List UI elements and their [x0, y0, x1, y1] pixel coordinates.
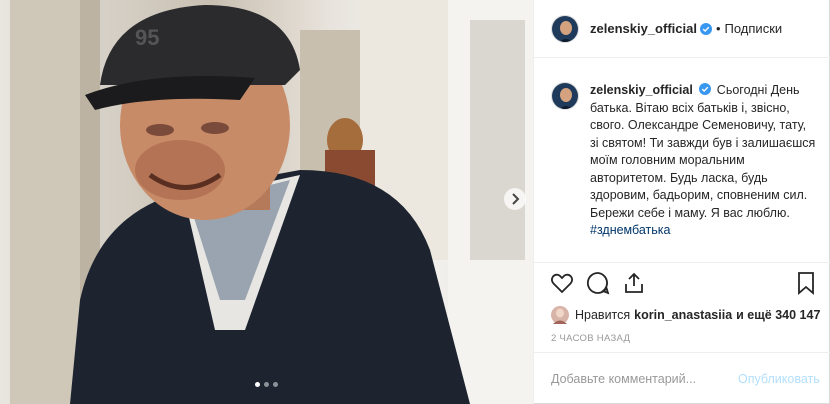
likes-prefix: Нравится [575, 308, 631, 322]
comment-icon[interactable] [585, 270, 611, 296]
publish-button[interactable]: Опубликовать [738, 372, 820, 386]
liker-avatar[interactable] [551, 306, 569, 324]
instagram-post: 95 zelenskiy_official • Подписки zelensk… [0, 0, 830, 404]
post-photo[interactable]: 95 [0, 0, 533, 404]
hashtag-link[interactable]: #зднембатька [590, 223, 671, 237]
avatar[interactable] [551, 14, 579, 43]
caption-avatar[interactable] [551, 82, 579, 110]
share-icon[interactable] [621, 270, 647, 296]
header-username[interactable]: zelenskiy_official [590, 21, 697, 36]
post-header: zelenskiy_official • Подписки [534, 0, 830, 58]
carousel-dot [264, 382, 269, 387]
comment-input[interactable]: Добавьте комментарий... [551, 372, 696, 386]
post-timestamp[interactable]: 2 ЧАСОВ НАЗАД [551, 333, 630, 344]
verified-badge-icon [699, 83, 712, 95]
caption-username[interactable]: zelenskiy_official [590, 83, 693, 97]
post-caption: zelenskiy_official Сьогодні День батька.… [551, 82, 816, 240]
header-separator: • [715, 21, 721, 36]
post-sidebar: zelenskiy_official • Подписки zelenskiy_… [533, 0, 830, 404]
svg-text:95: 95 [135, 25, 159, 50]
carousel-dot [273, 382, 278, 387]
divider [534, 262, 830, 263]
liker-username[interactable]: korin_anastasiia [634, 308, 732, 322]
chevron-right-icon [512, 193, 520, 205]
caption-body: zelenskiy_official Сьогодні День батька.… [590, 82, 816, 240]
verified-badge-icon [699, 22, 712, 35]
following-button[interactable]: Подписки [725, 21, 783, 36]
avatar-image [552, 83, 578, 109]
carousel-indicator [255, 382, 278, 387]
likes-count[interactable]: и ещё 340 147 [736, 308, 820, 322]
caption-text: Сьогодні День батька. Вітаю всіх батьків… [590, 83, 816, 220]
bookmark-icon[interactable] [793, 270, 819, 296]
avatar-image [552, 15, 578, 42]
carousel-dot [255, 382, 260, 387]
photo-illustration: 95 [10, 0, 533, 404]
next-slide-button[interactable] [504, 188, 526, 210]
action-bar [549, 270, 819, 298]
likes-line: Нравится korin_anastasiia и ещё 340 147 [551, 306, 820, 324]
heart-icon[interactable] [549, 270, 575, 296]
divider [534, 352, 830, 353]
